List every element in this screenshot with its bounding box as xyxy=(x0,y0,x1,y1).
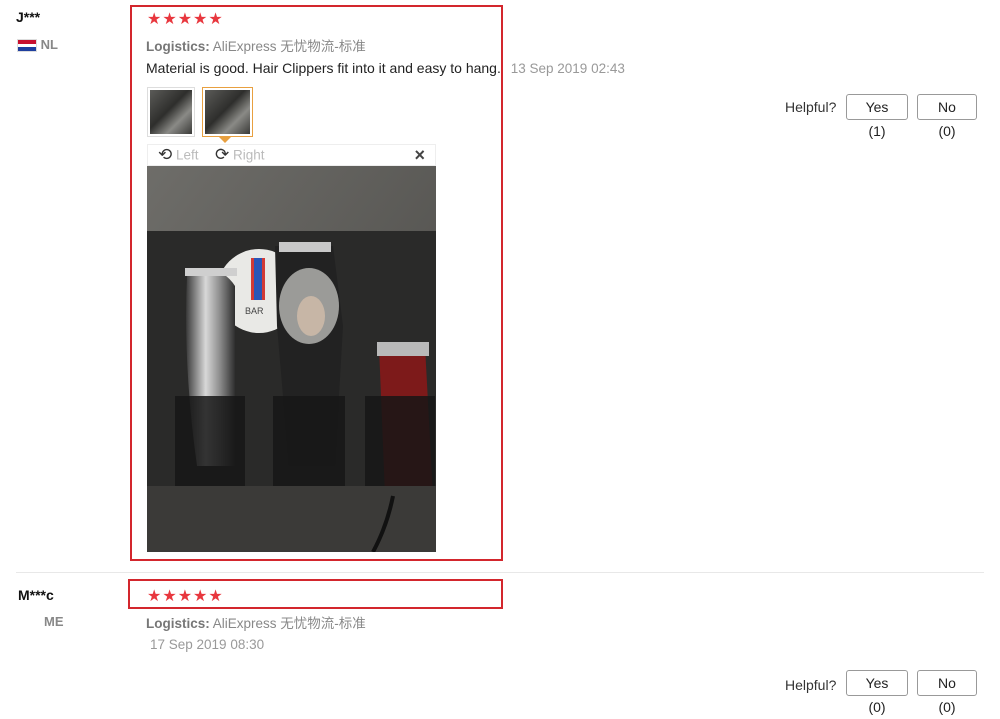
rotate-left-label: Left xyxy=(176,147,199,163)
logistics-value: AliExpress 无忧物流-标准 xyxy=(212,39,366,54)
rating-stars: ★★★★★ xyxy=(147,588,224,605)
helpful-yes-button[interactable]: Yes (1) xyxy=(846,94,908,139)
review-photo-large: BAR xyxy=(147,166,436,552)
clipper-photo-image: BAR xyxy=(147,166,436,552)
rotate-right-button[interactable]: ⟳ Right xyxy=(215,145,265,165)
rotate-right-label: Right xyxy=(233,147,265,163)
helpful-label: Helpful? xyxy=(785,677,837,693)
country-code: ME xyxy=(44,614,64,629)
photo-thumbnail xyxy=(150,90,192,134)
active-thumb-pointer xyxy=(219,137,231,143)
helpful-no-button[interactable]: No (0) xyxy=(917,94,977,139)
country-code: NL xyxy=(40,37,58,52)
review-date: 13 Sep 2019 02:43 xyxy=(510,61,625,76)
review-text: Material is good. Hair Clippers fit into… xyxy=(146,60,501,76)
review-user: J*** xyxy=(16,9,41,25)
logistics-label: Logistics: xyxy=(146,616,210,631)
review-photo-thumb[interactable] xyxy=(147,87,195,137)
helpful-label: Helpful? xyxy=(785,99,837,115)
photo-thumbnail xyxy=(205,90,250,134)
review-text-row: Material is good. Hair Clippers fit into… xyxy=(146,60,625,76)
logistics-value: AliExpress 无忧物流-标准 xyxy=(212,616,366,631)
rotate-right-icon: ⟳ xyxy=(215,145,230,164)
logistics-info: Logistics: AliExpress 无忧物流-标准 xyxy=(146,35,366,55)
review-country: NL xyxy=(17,37,58,53)
nl-flag-icon xyxy=(17,39,37,53)
helpful-no-button[interactable]: No (0) xyxy=(917,670,977,715)
photo-logo-text: BAR xyxy=(245,306,264,316)
rating-stars: ★★★★★ xyxy=(147,11,224,28)
review-date: 17 Sep 2019 08:30 xyxy=(150,637,265,652)
rotate-left-icon: ⟲ xyxy=(158,145,173,164)
logistics-info: Logistics: AliExpress 无忧物流-标准 xyxy=(146,612,366,632)
close-icon[interactable]: × xyxy=(414,145,425,165)
photo-viewer-toolbar: ⟲ Left ⟳ Right × xyxy=(147,144,436,166)
review-divider xyxy=(16,572,984,573)
logistics-label: Logistics: xyxy=(146,39,210,54)
helpful-yes-button[interactable]: Yes (0) xyxy=(846,670,908,715)
review-photo-thumb-active[interactable] xyxy=(202,87,253,137)
rotate-left-button[interactable]: ⟲ Left xyxy=(158,145,199,165)
review-user: M***c xyxy=(18,587,54,603)
